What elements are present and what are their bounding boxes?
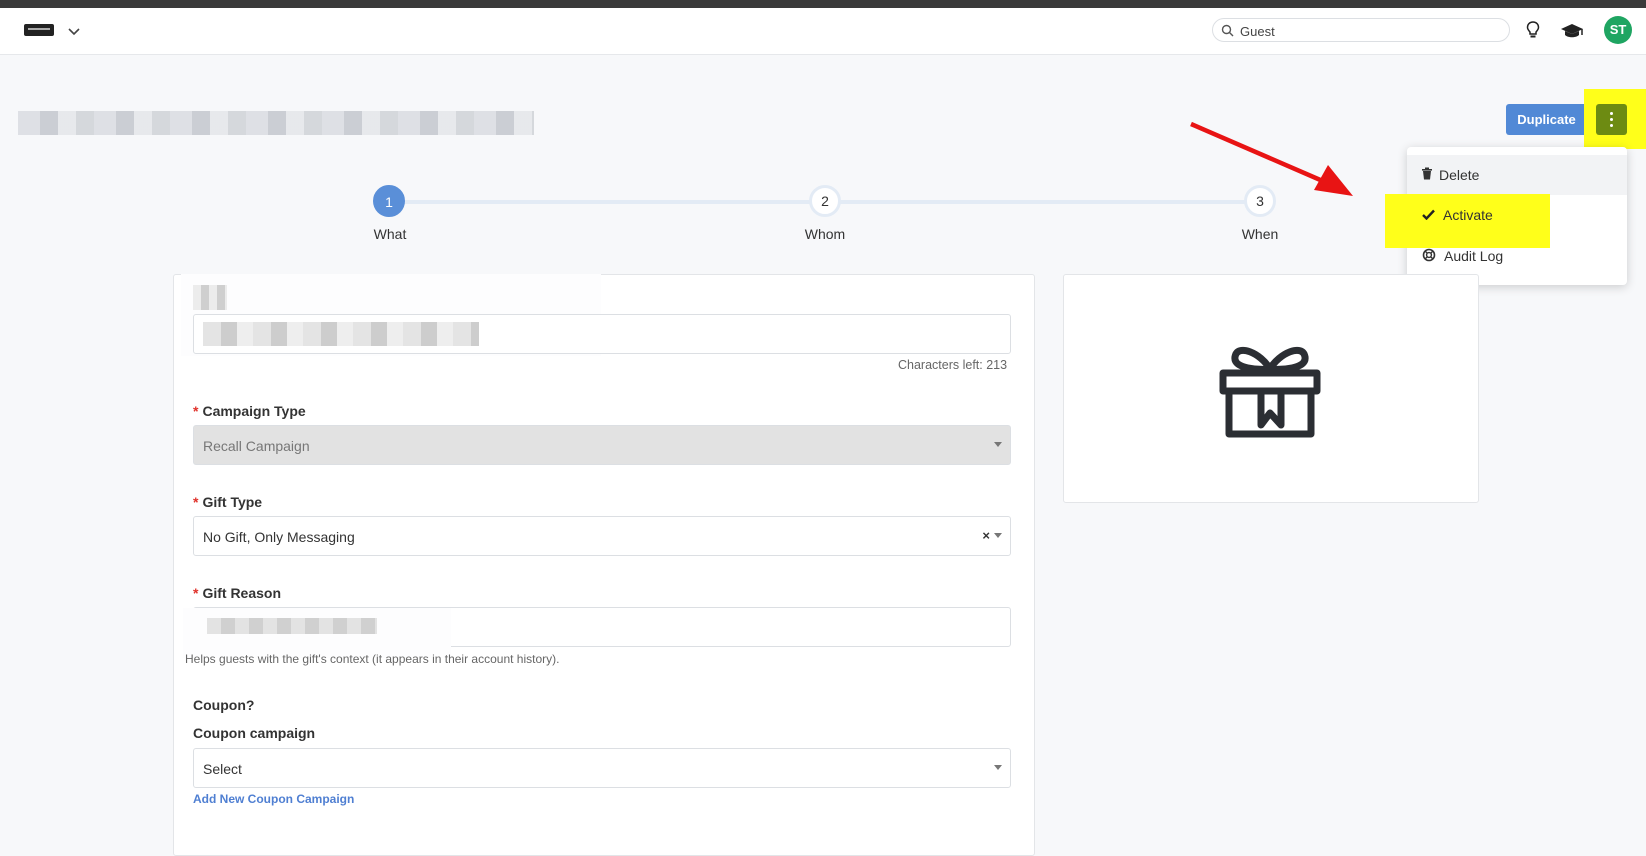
more-actions-button[interactable] [1596,104,1627,135]
check-icon [1422,207,1435,223]
menu-item-delete[interactable]: Delete [1407,155,1627,195]
campaign-type-label: * Campaign Type [193,403,306,419]
trash-icon [1421,167,1433,183]
graduation-cap-icon[interactable] [1560,23,1584,44]
red-arrow-annotation [1190,121,1353,196]
caret-down-icon [994,765,1002,770]
lightbulb-icon[interactable] [1526,21,1540,44]
search-input[interactable] [1238,22,1502,40]
menu-item-label: Activate [1443,207,1493,223]
coupon-campaign-label: Coupon campaign [193,725,316,741]
page-title-redacted [18,111,534,135]
window-top-strip [0,0,1646,8]
step-1-circle[interactable]: 1 [373,185,405,217]
redacted-reason-value [207,618,377,634]
duplicate-button[interactable]: Duplicate [1506,104,1587,135]
step-2-circle[interactable]: 2 [809,185,841,217]
search-box[interactable] [1212,18,1510,42]
menu-item-activate[interactable]: Activate [1407,195,1547,235]
menu-item-label: Audit Log [1444,248,1504,264]
menu-item-label: Delete [1439,167,1480,183]
kebab-icon [1610,112,1613,115]
top-navigation-bar: ST [0,8,1646,55]
user-avatar[interactable]: ST [1604,16,1632,44]
search-icon [1221,24,1234,37]
campaign-type-select: Recall Campaign [193,425,1011,465]
step-2-label[interactable]: Whom [785,226,865,242]
caret-down-icon [994,442,1002,447]
step-1-label[interactable]: What [350,226,430,242]
gift-type-select[interactable]: No Gift, Only Messaging × [193,516,1011,556]
step-3-label[interactable]: When [1220,226,1300,242]
characters-left-counter: Characters left: 213 [898,358,1008,372]
redacted-input-value [203,322,479,346]
gift-type-label: * Gift Type [193,494,263,510]
gift-preview-card [1063,274,1479,503]
gift-box-icon [1219,346,1321,438]
chevron-down-icon[interactable] [68,23,80,39]
brand-logo[interactable] [24,24,54,36]
add-coupon-campaign-link[interactable]: Add New Coupon Campaign [193,792,354,806]
step-3-circle[interactable]: 3 [1244,185,1276,217]
redacted-label [193,285,227,310]
coupon-heading: Coupon? [193,697,255,713]
menu-item-audit-log[interactable]: Audit Log [1407,236,1607,276]
caret-down-icon [994,533,1002,538]
gift-reason-help-text: Helps guests with the gift's context (it… [185,652,560,666]
lifebuoy-icon [1422,248,1436,265]
coupon-campaign-select[interactable]: Select [193,748,1011,788]
clear-selection-icon[interactable]: × [982,528,990,543]
gift-reason-label: * Gift Reason [193,585,282,601]
